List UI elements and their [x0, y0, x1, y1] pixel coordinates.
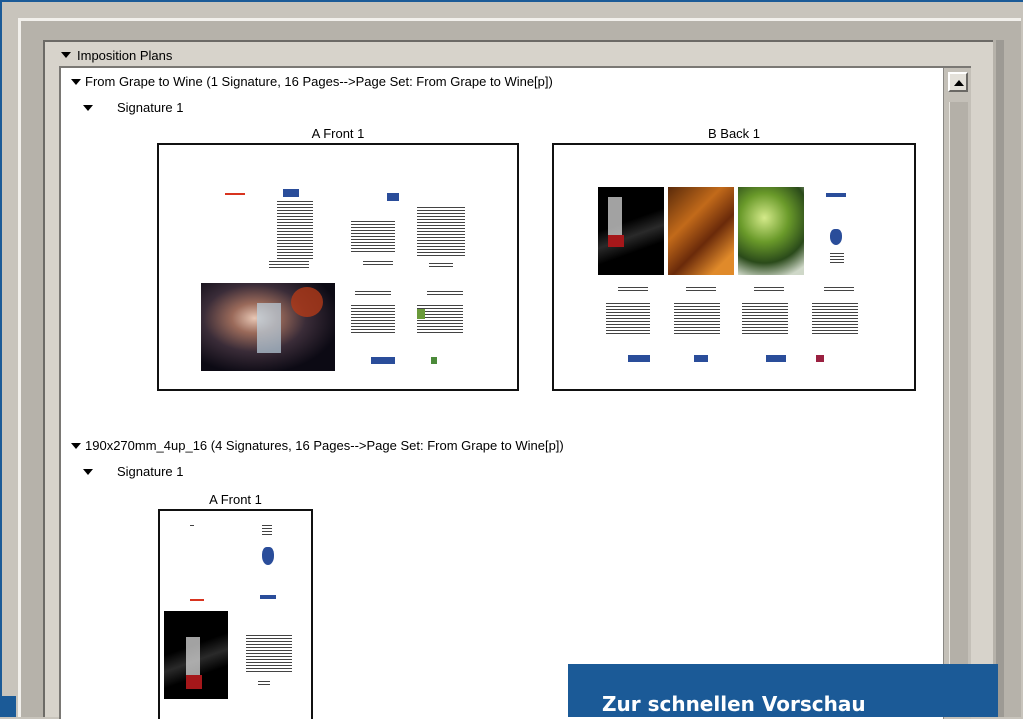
- signature-row-1[interactable]: Signature 1: [83, 100, 184, 115]
- small-photo: [431, 357, 437, 364]
- sheet-label-b-back: B Back 1: [707, 126, 761, 141]
- text-column: [686, 287, 716, 293]
- text-column: [355, 291, 391, 297]
- sheet-label-a-front: A Front 1: [209, 492, 262, 507]
- scroll-up-button[interactable]: [948, 72, 968, 92]
- accent-strip: [0, 696, 16, 717]
- window-edge: [996, 40, 1004, 717]
- imposition-plans-window: Imposition Plans From Grape to Wine (1 S…: [43, 40, 993, 719]
- caption-text: Zur schnellen Vorschau: [602, 692, 866, 716]
- caption-box: Zur schnellen Vorschau: [568, 664, 998, 717]
- wine-glass-photo: [598, 187, 664, 275]
- text-column: [824, 287, 854, 293]
- text-column: [742, 303, 788, 335]
- text-column: [363, 261, 393, 267]
- text-column: [190, 525, 194, 527]
- triangle-down-icon[interactable]: [83, 104, 93, 111]
- wine-glass-photo: [164, 611, 228, 699]
- small-photo: [816, 355, 824, 362]
- text-column: [754, 287, 784, 293]
- signature-label: Signature 1: [117, 464, 184, 479]
- small-photo: [417, 309, 425, 319]
- signature-row-2[interactable]: Signature 1: [83, 464, 184, 479]
- arrow-up-icon: [954, 80, 964, 86]
- text-column: [812, 303, 858, 335]
- page-logo: [371, 357, 395, 364]
- text-column: [674, 303, 720, 335]
- text-column: [427, 291, 463, 297]
- text-column: [351, 221, 395, 253]
- winemaker-photo: [201, 283, 335, 371]
- sheet-a-front-1[interactable]: [157, 143, 519, 391]
- page-logo: [694, 355, 708, 362]
- grapes-photo: [738, 187, 804, 275]
- plan-title: From Grape to Wine (1 Signature, 16 Page…: [85, 74, 553, 89]
- text-column: [606, 303, 650, 335]
- page-title-mark: [190, 599, 204, 601]
- plan-row-1[interactable]: From Grape to Wine (1 Signature, 16 Page…: [71, 74, 553, 89]
- plan-row-2[interactable]: 190x270mm_4up_16 (4 Signatures, 16 Pages…: [71, 438, 564, 453]
- vertical-scrollbar[interactable]: [943, 68, 971, 719]
- triangle-down-icon[interactable]: [83, 468, 93, 475]
- text-column: [262, 525, 272, 537]
- text-column: [429, 263, 453, 268]
- text-column: [277, 201, 313, 261]
- sheet-b-back-1[interactable]: [552, 143, 916, 391]
- page-logo: [387, 193, 399, 201]
- signature-label: Signature 1: [117, 100, 184, 115]
- page-logo: [260, 595, 276, 599]
- plan-title: 190x270mm_4up_16 (4 Signatures, 16 Pages…: [85, 438, 564, 453]
- text-column: [246, 635, 292, 673]
- triangle-down-icon[interactable]: [61, 52, 71, 58]
- text-column: [618, 287, 648, 293]
- text-column: [258, 681, 270, 687]
- grape-logo: [262, 547, 274, 565]
- tree-panel: From Grape to Wine (1 Signature, 16 Page…: [59, 66, 971, 719]
- sheet-a-front-1-sig1[interactable]: [158, 509, 313, 719]
- sheet-label-a-front: A Front 1: [311, 126, 365, 141]
- text-column: [830, 253, 844, 263]
- page-logo: [826, 193, 846, 197]
- scroll-thumb[interactable]: [949, 102, 968, 682]
- page-logo: [628, 355, 650, 362]
- page-logo: [283, 189, 299, 197]
- text-column: [351, 305, 395, 335]
- page-title-mark: [225, 193, 245, 195]
- page-logo: [766, 355, 786, 362]
- imposition-plans-header[interactable]: Imposition Plans: [61, 46, 172, 64]
- triangle-down-icon[interactable]: [71, 78, 81, 85]
- window-title: Imposition Plans: [77, 47, 173, 63]
- barrel-photo: [668, 187, 734, 275]
- triangle-down-icon[interactable]: [71, 442, 81, 449]
- grape-logo: [830, 229, 842, 245]
- text-column: [417, 207, 465, 257]
- text-column: [269, 261, 309, 269]
